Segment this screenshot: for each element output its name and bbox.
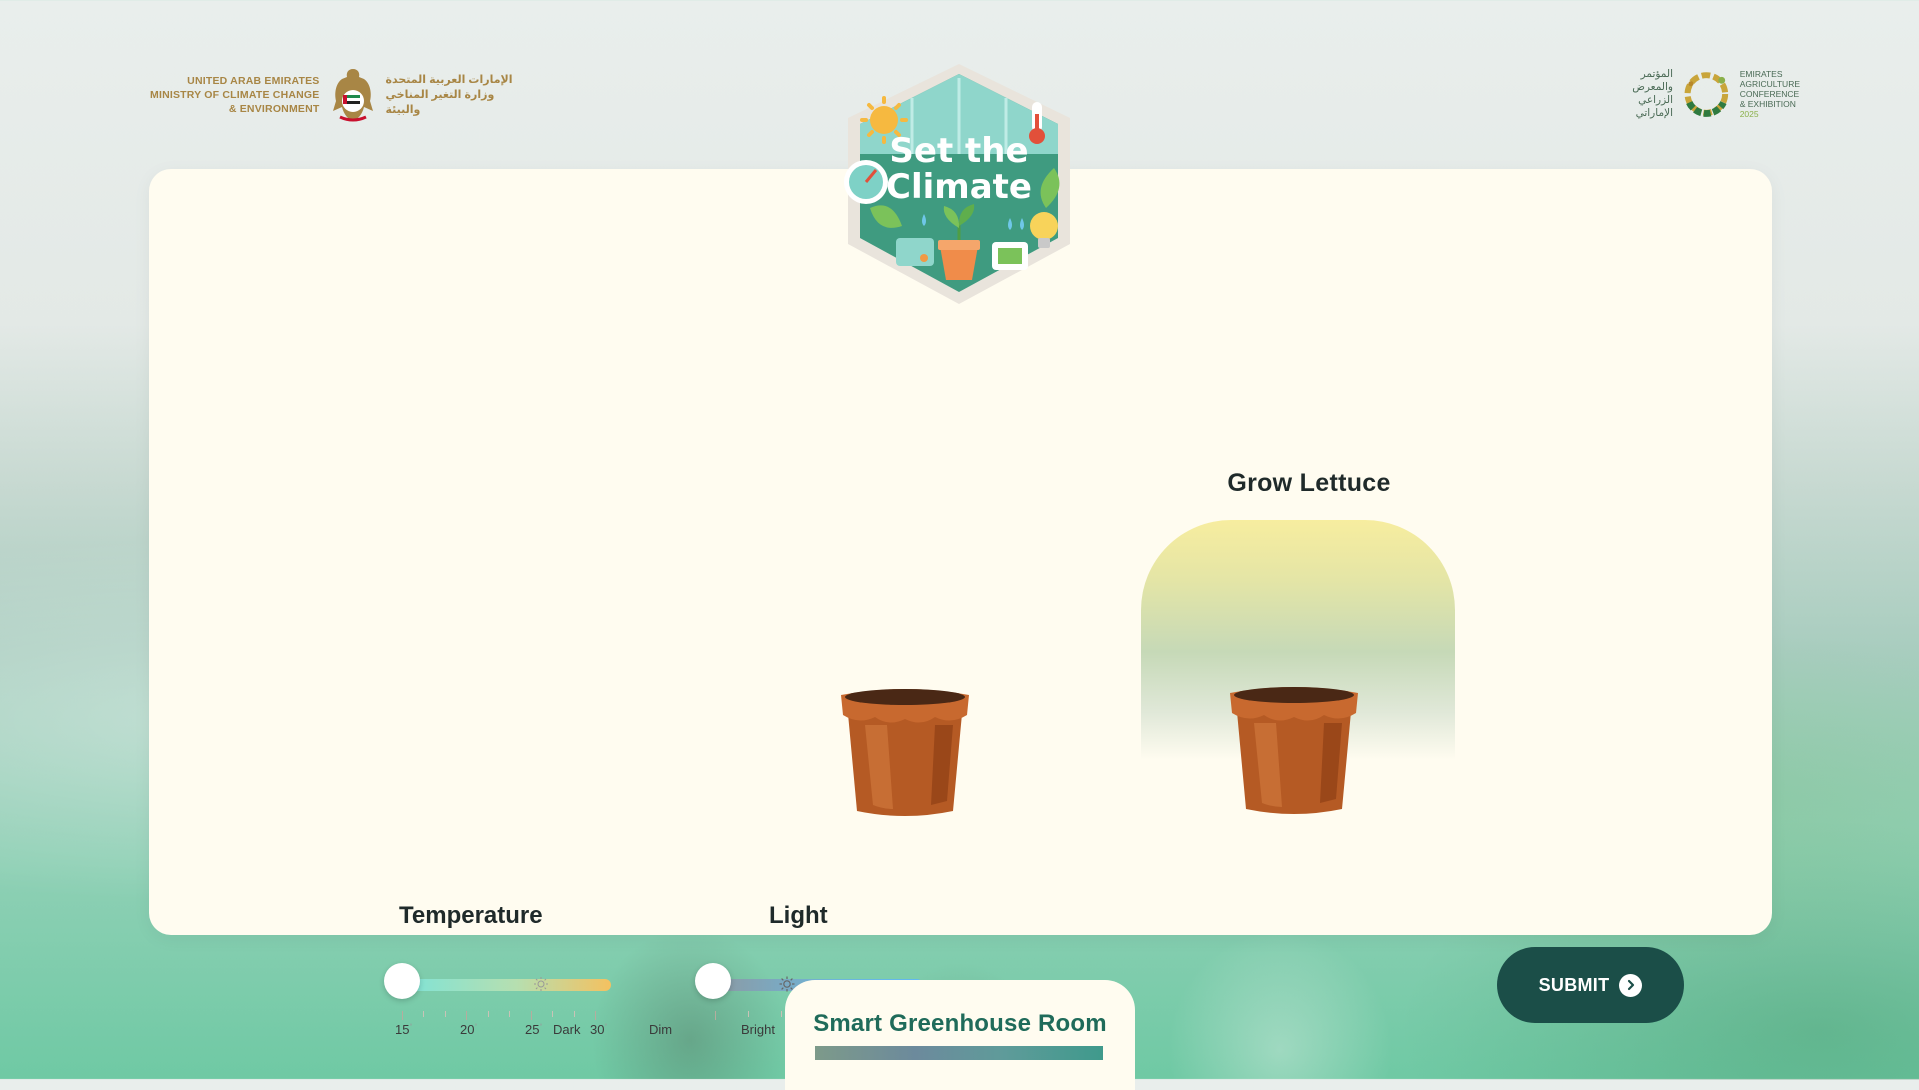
goal-title: Grow Lettuce [1227, 469, 1391, 497]
event-logo: المؤتمر والمعرض الزراعي الإماراتي EMIRAT… [1620, 58, 1800, 130]
eace-ring-logo-icon [1684, 72, 1729, 117]
submit-button[interactable]: SUBMIT [1497, 947, 1684, 1023]
event-logo-en-line-4: & EXHIBITION [1739, 99, 1796, 109]
event-logo-en-line-1: EMIRATES [1739, 69, 1783, 79]
sun-dim-icon [534, 977, 548, 991]
event-logo-english: EMIRATES AGRICULTURE CONFERENCE & EXHIBI… [1740, 69, 1800, 119]
temperature-scale-30: 30° [590, 1022, 608, 1037]
temperature-scale-15: 15° [395, 1022, 413, 1037]
panel-left-icon [896, 238, 934, 266]
event-logo-ar-line-2: الزراعي الإماراتي [1635, 94, 1673, 119]
ministry-logo-en-line-3: & ENVIRONMENT [228, 103, 320, 115]
temperature-label: Temperature [399, 902, 543, 929]
uae-falcon-emblem-icon [332, 69, 373, 122]
set-the-climate-badge: Set the Climate [844, 64, 1070, 304]
room-title: Smart Greenhouse Room [813, 1010, 1107, 1037]
room-tab: Smart Greenhouse Room [785, 980, 1135, 1090]
clay-pot-icon [841, 689, 969, 816]
clay-pot-icon [1230, 687, 1358, 814]
ministry-logo-ar-line-2: وزارة التغير المناخي [385, 88, 495, 101]
ministry-logo-en-line-2: MINISTRY OF CLIMATE CHANGE [150, 89, 320, 101]
gauge-icon [844, 160, 888, 204]
event-logo-en-line-3: CONFERENCE [1739, 89, 1800, 99]
temperature-scale-20: 20° [460, 1022, 478, 1037]
ministry-logo-en-line-1: UNITED ARAB EMIRATES [187, 75, 320, 87]
temperature-slider-track[interactable] [401, 979, 611, 991]
temperature-slider-knob[interactable] [384, 963, 420, 999]
event-logo-en-line-2: AGRICULTURE [1739, 79, 1800, 89]
room-progress-bar [815, 1046, 1103, 1060]
arrow-right-circle-icon [1619, 973, 1643, 997]
light-scale-bright: Bright [741, 1022, 775, 1037]
ministry-logo-arabic: الإمارات العربية المتحدة وزارة التغير ال… [386, 73, 513, 118]
light-slider-knob[interactable] [695, 963, 731, 999]
event-logo-ar-line-1: المؤتمر والمعرض [1632, 68, 1673, 93]
event-logo-year: 2025 [1739, 109, 1759, 119]
ministry-logo-ar-line-1: الإمارات العربية المتحدة [385, 73, 513, 86]
badge-title-line-1: Set the [889, 131, 1028, 171]
light-scale-dark: Dark [553, 1022, 581, 1037]
temperature-scale-25: 25° [525, 1022, 543, 1037]
event-logo-arabic: المؤتمر والمعرض الزراعي الإماراتي [1620, 68, 1673, 120]
ministry-logo-english: UNITED ARAB EMIRATES MINISTRY OF CLIMATE… [150, 74, 320, 116]
submit-button-label: SUBMIT [1538, 974, 1610, 995]
temperature-ticks [402, 1011, 596, 1021]
light-scale-dim: Dim [649, 1022, 673, 1037]
light-label: Light [769, 902, 828, 929]
ministry-logo-ar-line-3: والبيئة [385, 103, 421, 116]
badge-title-line-2: Climate [886, 167, 1032, 207]
ministry-logo: UNITED ARAB EMIRATES MINISTRY OF CLIMATE… [150, 62, 535, 128]
